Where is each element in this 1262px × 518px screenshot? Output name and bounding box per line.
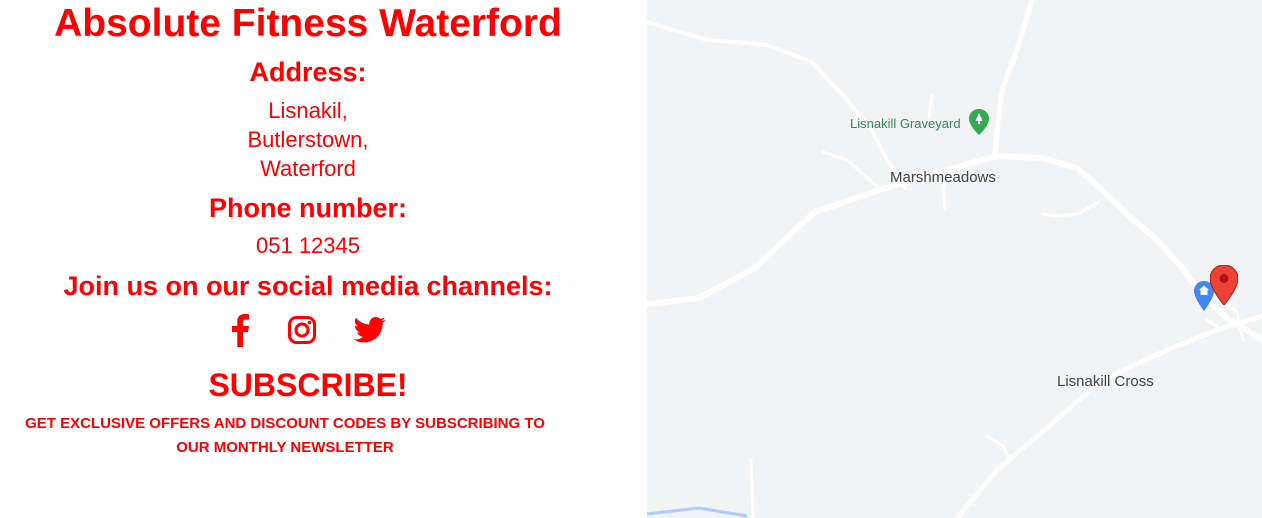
page-title: Absolute Fitness Waterford [54, 2, 562, 45]
instagram-icon[interactable] [282, 312, 322, 348]
location-marker-icon[interactable] [1210, 265, 1238, 305]
address-line: Waterford [260, 156, 356, 181]
subscribe-heading: SUBSCRIBE! [208, 367, 408, 403]
map-embed[interactable]: Lisnakill Graveyard Marshmeadows Lisnaki… [647, 0, 1262, 518]
phone-number: 051 12345 [256, 233, 360, 258]
tree-pin-icon[interactable] [969, 109, 989, 135]
social-links [0, 312, 616, 352]
social-heading: Join us on our social media channels: [63, 271, 553, 301]
address-heading: Address: [249, 57, 367, 87]
map-label-lisnakill-cross: Lisnakill Cross [1057, 373, 1154, 390]
subscribe-text: GET EXCLUSIVE OFFERS AND DISCOUNT CODES … [25, 415, 545, 456]
address-line: Butlerstown, [247, 127, 369, 152]
map-label-marshmeadows: Marshmeadows [890, 169, 996, 186]
map-roads [647, 0, 1262, 518]
address-block: Lisnakil, Butlerstown, Waterford [0, 96, 616, 183]
phone-heading: Phone number: [208, 193, 407, 223]
map-label-graveyard: Lisnakill Graveyard [850, 116, 961, 131]
twitter-icon[interactable] [350, 312, 390, 348]
address-line: Lisnakil, [268, 98, 348, 123]
contact-section: Absolute Fitness Waterford Address: Lisn… [0, 0, 616, 518]
facebook-icon[interactable] [220, 312, 260, 348]
